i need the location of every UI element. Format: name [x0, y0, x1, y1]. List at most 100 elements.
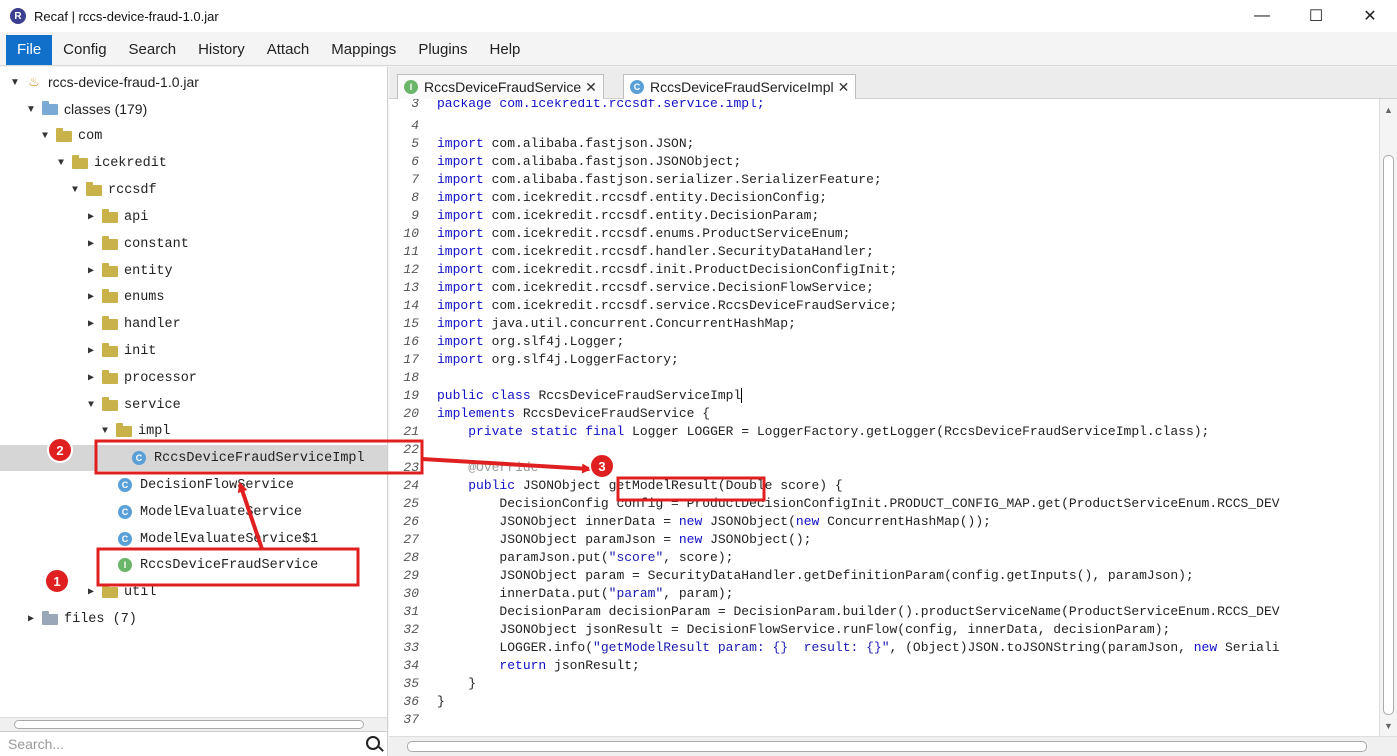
- code-line: 3 package com.icekredit.rccsdf.service.im…: [411, 99, 765, 111]
- class-icon: C: [118, 505, 132, 519]
- tree-item-classes[interactable]: ▼ classes (179): [26, 96, 147, 122]
- search-icon[interactable]: [366, 736, 380, 750]
- editor-horizontal-scrollbar[interactable]: [389, 736, 1397, 756]
- interface-icon: I: [118, 558, 132, 572]
- code-editor[interactable]: 3 package com.icekredit.rccsdf.service.im…: [389, 99, 1379, 736]
- code-line: 31 DecisionParam decisionParam = Decisio…: [403, 604, 1280, 619]
- package-icon: [56, 127, 72, 142]
- expand-triangle-icon[interactable]: ▼: [70, 185, 80, 196]
- expand-triangle-icon[interactable]: ▼: [100, 426, 110, 437]
- menu-search[interactable]: Search: [118, 35, 188, 65]
- tree-item-decision-flow-service[interactable]: C DecisionFlowService: [118, 472, 294, 498]
- menu-attach[interactable]: Attach: [256, 35, 321, 65]
- tree-item-label: classes (179): [64, 101, 148, 117]
- tree-item-label: util: [124, 584, 157, 600]
- scroll-down-icon[interactable]: ▼: [1384, 721, 1393, 731]
- menu-plugins[interactable]: Plugins: [407, 35, 478, 65]
- class-icon: C: [630, 80, 644, 94]
- collapse-triangle-icon[interactable]: ▶: [86, 211, 96, 223]
- tree-item-model-evaluate-service[interactable]: C ModelEvaluateService: [118, 499, 302, 525]
- title-bar: R Recaf | rccs-device-fraud-1.0.jar — ☐ …: [0, 0, 1397, 32]
- scrollbar-thumb[interactable]: [407, 741, 1367, 752]
- tree-item-impl[interactable]: ▼ impl: [100, 418, 170, 444]
- menu-mappings[interactable]: Mappings: [320, 35, 407, 65]
- code-line: 4: [411, 118, 419, 133]
- tree-item-jar[interactable]: ▼ ♨ rccs-device-fraud-1.0.jar: [10, 69, 199, 95]
- expand-triangle-icon[interactable]: ▼: [26, 104, 36, 115]
- collapse-triangle-icon[interactable]: ▶: [86, 318, 96, 330]
- inner-class-icon: C: [118, 532, 132, 546]
- expand-triangle-icon[interactable]: ▼: [86, 400, 96, 411]
- code-line: 33 LOGGER.info("getModelResult param: {}…: [403, 640, 1280, 655]
- jar-icon: ♨: [28, 74, 40, 89]
- expand-triangle-icon[interactable]: ▼: [56, 158, 66, 169]
- tree-item-util[interactable]: ▶ util: [86, 579, 156, 605]
- search-input[interactable]: [0, 736, 340, 752]
- tree-horizontal-scrollbar[interactable]: [0, 717, 387, 731]
- tab-label: RccsDeviceFraudServiceImpl: [650, 79, 834, 95]
- tree-item-rccsdf[interactable]: ▼ rccsdf: [70, 177, 157, 203]
- scrollbar-thumb[interactable]: [14, 720, 364, 729]
- code-line: 6 import com.alibaba.fastjson.JSONObject;: [411, 154, 742, 169]
- code-line: 5 import com.alibaba.fastjson.JSON;: [411, 136, 695, 151]
- tree-item-api[interactable]: ▶ api: [86, 204, 148, 230]
- menu-file[interactable]: File: [6, 34, 53, 65]
- collapse-triangle-icon[interactable]: ▶: [26, 613, 36, 625]
- minimize-button[interactable]: —: [1235, 0, 1289, 32]
- tree-item-com[interactable]: ▼ com: [40, 123, 102, 149]
- tree-item-service[interactable]: ▼ service: [86, 392, 181, 418]
- editor-vertical-scrollbar[interactable]: ▲ ▼: [1379, 99, 1397, 736]
- close-window-button[interactable]: ✕: [1343, 0, 1397, 32]
- expand-triangle-icon[interactable]: ▼: [40, 131, 50, 142]
- workspace-tree: ▼ ♨ rccs-device-fraud-1.0.jar ▼ classes …: [0, 67, 388, 756]
- expand-triangle-icon[interactable]: ▼: [10, 77, 20, 88]
- menu-history[interactable]: History: [187, 35, 256, 65]
- tree-item-entity[interactable]: ▶ entity: [86, 258, 173, 284]
- tree-item-constant[interactable]: ▶ constant: [86, 231, 189, 257]
- scroll-up-icon[interactable]: ▲: [1384, 105, 1393, 115]
- tree-item-processor[interactable]: ▶ processor: [86, 365, 197, 391]
- menu-config[interactable]: Config: [52, 35, 117, 65]
- tab-label: RccsDeviceFraudService: [424, 79, 582, 95]
- code-line: 29 JSONObject param = SecurityDataHandle…: [403, 568, 1194, 583]
- code-line: 8 import com.icekredit.rccsdf.entity.Deci…: [411, 190, 828, 205]
- tab-close-icon[interactable]: ✕: [585, 79, 597, 96]
- tree-item-icekredit[interactable]: ▼ icekredit: [56, 150, 167, 176]
- tree-item-label: RccsDeviceFraudServiceImpl: [154, 450, 365, 466]
- code-line: 23 @Override: [403, 460, 539, 475]
- scrollbar-thumb[interactable]: [1383, 155, 1394, 715]
- tree-item-handler[interactable]: ▶ handler: [86, 311, 181, 337]
- collapse-triangle-icon[interactable]: ▶: [86, 586, 96, 598]
- collapse-triangle-icon[interactable]: ▶: [86, 291, 96, 303]
- tree-item-label: icekredit: [94, 155, 167, 171]
- tree-item-label: handler: [124, 316, 181, 332]
- tree-item-init[interactable]: ▶ init: [86, 338, 156, 364]
- tab-close-icon[interactable]: ✕: [838, 79, 850, 96]
- tree-item-enums[interactable]: ▶ enums: [86, 284, 165, 310]
- tree-item-label: init: [124, 343, 157, 359]
- tree-item-label: ModelEvaluateService$1: [140, 531, 319, 547]
- tree-item-label: constant: [124, 236, 189, 252]
- maximize-button[interactable]: ☐: [1289, 0, 1343, 32]
- code-line: 21 private static final Logger LOGGER = …: [403, 424, 1210, 439]
- collapse-triangle-icon[interactable]: ▶: [86, 238, 96, 250]
- code-line: 18: [403, 370, 419, 385]
- tab-rccs-device-fraud-service-impl[interactable]: C RccsDeviceFraudServiceImpl ✕: [623, 74, 857, 99]
- code-line: 24 public JSONObject getModelResult(Doub…: [403, 478, 843, 493]
- tab-rccs-device-fraud-service[interactable]: I RccsDeviceFraudService ✕: [397, 74, 604, 99]
- tree-item-label: RccsDeviceFraudService: [140, 557, 319, 573]
- collapse-triangle-icon[interactable]: ▶: [86, 345, 96, 357]
- tree-item-model-evaluate-service-1[interactable]: C ModelEvaluateService$1: [118, 526, 318, 552]
- tree-item-rccs-device-fraud-service[interactable]: I RccsDeviceFraudService: [118, 552, 318, 578]
- collapse-triangle-icon[interactable]: ▶: [86, 265, 96, 277]
- code-line: 14 import com.icekredit.rccsdf.service.Rc…: [403, 298, 898, 313]
- tree-item-files[interactable]: ▶ files (7): [26, 606, 137, 632]
- package-icon: [102, 315, 118, 330]
- tree-item-label: api: [124, 209, 149, 225]
- package-icon: [86, 181, 102, 196]
- package-icon: [102, 583, 118, 598]
- collapse-triangle-icon[interactable]: ▶: [86, 372, 96, 384]
- menu-help[interactable]: Help: [479, 35, 532, 65]
- tree-item-impl-class[interactable]: C RccsDeviceFraudServiceImpl: [132, 445, 365, 471]
- code-line: 9 import com.icekredit.rccsdf.entity.Deci…: [411, 208, 820, 223]
